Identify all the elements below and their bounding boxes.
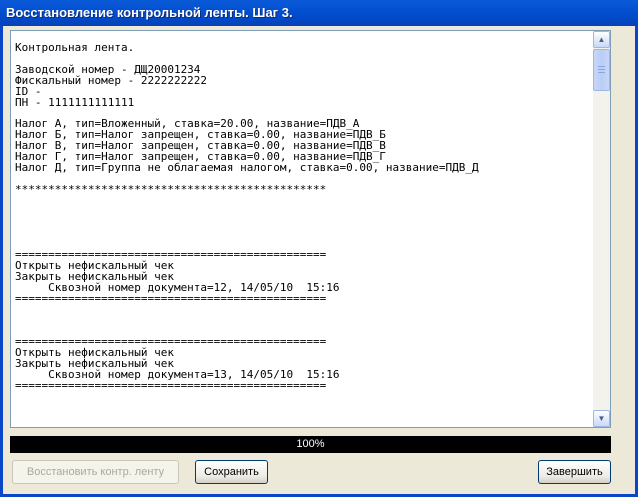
- restore-tape-button[interactable]: Восстановить контр. ленту: [12, 460, 179, 484]
- title-bar[interactable]: Восстановление контрольной ленты. Шаг 3.: [0, 0, 638, 26]
- grip-line: [598, 66, 605, 67]
- vertical-scrollbar[interactable]: ▲ ▼: [593, 31, 610, 427]
- log-line: ****************************************…: [15, 182, 327, 196]
- log-line: Фискальный номер - 2222222222: [15, 73, 208, 87]
- grip-line: [598, 69, 605, 70]
- scroll-up-button[interactable]: ▲: [593, 31, 610, 48]
- log-line: ========================================…: [15, 379, 327, 393]
- log-line: ПН - 1111111111111: [15, 95, 135, 109]
- save-button[interactable]: Сохранить: [195, 460, 268, 484]
- arrow-up-icon: ▲: [597, 35, 606, 44]
- window-title: Восстановление контрольной ленты. Шаг 3.: [6, 5, 293, 20]
- progress-label: 100%: [296, 438, 325, 450]
- control-tape-textarea[interactable]: Контрольная лента. Заводской номер - ДЩ2…: [10, 30, 611, 428]
- control-tape-log: Контрольная лента. Заводской номер - ДЩ2…: [15, 41, 479, 393]
- log-line: ========================================…: [15, 291, 327, 305]
- log-line: Контрольная лента.: [15, 41, 135, 54]
- progress-bar: 100%: [10, 436, 611, 453]
- scroll-thumb[interactable]: [593, 49, 610, 91]
- grip-line: [598, 72, 605, 73]
- finish-button[interactable]: Завершить: [538, 460, 611, 484]
- log-line: Налог Д, тип=Группа не облагаемая налого…: [15, 160, 479, 174]
- scroll-down-button[interactable]: ▼: [593, 410, 610, 427]
- arrow-down-icon: ▼: [597, 414, 606, 423]
